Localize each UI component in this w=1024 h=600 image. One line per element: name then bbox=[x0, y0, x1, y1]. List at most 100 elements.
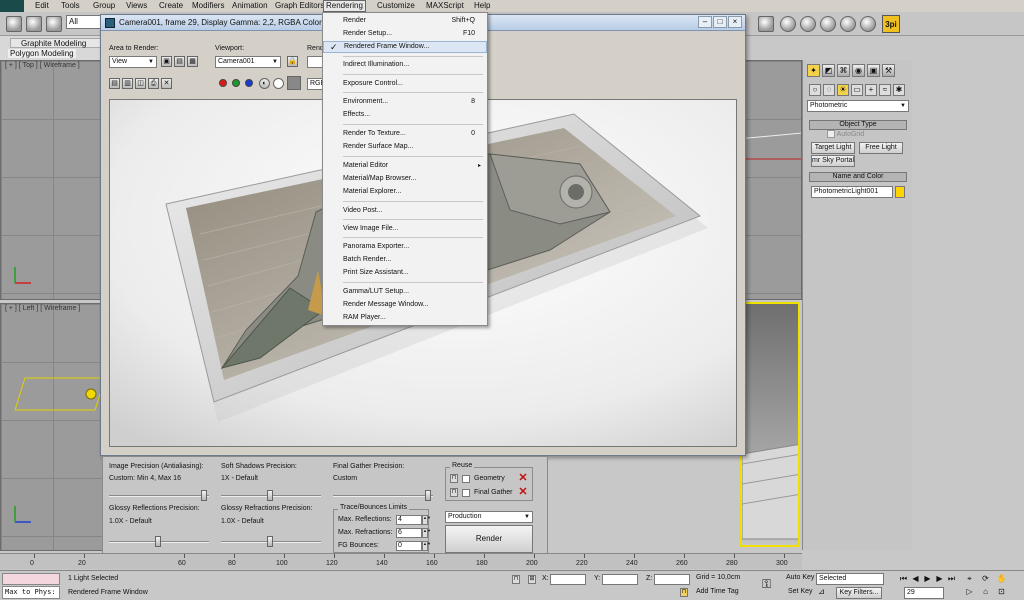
menu-item-exposure-control[interactable]: Exposure Control... bbox=[323, 78, 487, 90]
menu-item-material-map-browser[interactable]: Material/Map Browser... bbox=[323, 173, 487, 185]
render-button[interactable]: Render bbox=[445, 525, 533, 553]
blue-channel-icon[interactable] bbox=[245, 79, 253, 87]
menu-tools[interactable]: Tools bbox=[59, 0, 82, 12]
viewport-perspective[interactable] bbox=[740, 302, 800, 547]
glossy-refractions-slider[interactable] bbox=[221, 536, 321, 547]
selection-lock-icon[interactable]: ⊓ bbox=[512, 575, 520, 584]
menu-item-ram-player[interactable]: RAM Player... bbox=[323, 312, 487, 324]
orbit-icon[interactable]: ⟳ bbox=[980, 574, 991, 585]
slider-handle[interactable] bbox=[155, 536, 161, 547]
maxscript-listener-output[interactable] bbox=[2, 573, 60, 585]
trackbar[interactable]: 0 20 60 80 100 120 140 160 180 200 220 2… bbox=[0, 553, 802, 569]
auto-region-icon[interactable]: ▤ bbox=[174, 56, 185, 67]
close-icon[interactable]: × bbox=[728, 16, 742, 28]
key-mode-dropdown[interactable]: Selected bbox=[816, 573, 884, 585]
zoom-all-icon[interactable] bbox=[800, 16, 816, 32]
menu-modifiers[interactable]: Modifiers bbox=[190, 0, 226, 12]
glossy-reflections-slider[interactable] bbox=[109, 536, 209, 547]
menu-rendering[interactable]: Rendering bbox=[323, 0, 366, 12]
maxscript-mini-listener[interactable]: Max to Phys: bbox=[2, 586, 60, 599]
absolute-mode-icon[interactable]: ⊞ bbox=[528, 575, 536, 584]
render-preset-dropdown[interactable] bbox=[307, 56, 323, 68]
pan-view-icon[interactable] bbox=[860, 16, 876, 32]
autogrid-checkbox-box[interactable] bbox=[827, 130, 835, 138]
snap-toggle-icon[interactable] bbox=[758, 16, 774, 32]
max-refractions-field[interactable]: 6 bbox=[396, 528, 422, 538]
undo-icon[interactable] bbox=[6, 16, 22, 32]
menu-item-view-image-file[interactable]: View Image File... bbox=[323, 223, 487, 235]
reset-region-icon[interactable]: ▦ bbox=[187, 56, 198, 67]
max-reflections-spinner-icon[interactable]: ▲▼ bbox=[422, 515, 431, 525]
menu-item-indirect-illumination[interactable]: Indirect Illumination... bbox=[323, 59, 487, 71]
menu-group[interactable]: Group bbox=[91, 0, 117, 12]
slider-handle[interactable] bbox=[201, 490, 207, 501]
go-to-start-icon[interactable]: ⏮ bbox=[898, 574, 909, 585]
menu-create[interactable]: Create bbox=[157, 0, 185, 12]
menu-item-render-setup[interactable]: Render Setup... F10 bbox=[323, 28, 487, 40]
menu-item-print-size-assistant[interactable]: Print Size Assistant... bbox=[323, 267, 487, 279]
viewport-top-label[interactable]: [ + ] [ Top ] [ Wireframe ] bbox=[5, 62, 80, 69]
light-color-swatch[interactable] bbox=[895, 186, 905, 198]
fg-bounces-field[interactable]: 0 bbox=[396, 541, 422, 551]
autogrid-checkbox[interactable]: AutoGrid bbox=[827, 130, 864, 138]
key-icon[interactable]: ⚿ bbox=[762, 577, 771, 592]
menu-item-batch-render[interactable]: Batch Render... bbox=[323, 254, 487, 266]
set-key-button[interactable]: Set Key bbox=[788, 588, 813, 595]
render-preset-production-dropdown[interactable]: Production ▼ bbox=[445, 511, 533, 523]
geometry-checkbox[interactable] bbox=[462, 475, 470, 483]
copy-image-icon[interactable]: ▥ bbox=[122, 78, 133, 89]
green-channel-icon[interactable] bbox=[232, 79, 240, 87]
key-filter-icon[interactable]: ⊿ bbox=[816, 587, 827, 598]
go-to-end-icon[interactable]: ⏭ bbox=[946, 574, 957, 585]
clear-geometry-cache-icon[interactable]: ✕ bbox=[518, 473, 528, 484]
ribbon-sub-polygon-modeling[interactable]: Polygon Modeling bbox=[8, 49, 76, 58]
light-type-dropdown[interactable]: Photometric ▼ bbox=[807, 100, 909, 112]
redo-icon[interactable] bbox=[26, 16, 42, 32]
menu-item-material-editor[interactable]: Material Editor ▸ bbox=[323, 160, 487, 172]
3pi-plugin-button[interactable]: 3pi bbox=[882, 15, 900, 33]
lights-icon[interactable]: ☀ bbox=[837, 84, 849, 96]
helpers-icon[interactable]: + bbox=[865, 84, 877, 96]
systems-icon[interactable]: ✱ bbox=[893, 84, 905, 96]
menu-item-material-explorer[interactable]: Material Explorer... bbox=[323, 186, 487, 198]
slider-handle[interactable] bbox=[425, 490, 431, 501]
clear-image-icon[interactable]: ✕ bbox=[161, 78, 172, 89]
clone-window-icon[interactable]: ◫ bbox=[135, 78, 146, 89]
menu-item-panorama-exporter[interactable]: Panorama Exporter... bbox=[323, 241, 487, 253]
menu-item-render[interactable]: Render Shift+Q bbox=[323, 15, 487, 27]
hierarchy-tab-icon[interactable]: ⌘ bbox=[837, 64, 850, 77]
print-image-icon[interactable]: ⎙ bbox=[148, 78, 159, 89]
area-to-render-dropdown[interactable]: View ▼ bbox=[109, 56, 157, 68]
geometry-icon[interactable]: ○ bbox=[809, 84, 821, 96]
menu-animation[interactable]: Animation bbox=[230, 0, 270, 12]
soft-shadows-slider[interactable] bbox=[221, 490, 321, 501]
slider-handle[interactable] bbox=[267, 490, 273, 501]
edit-region-icon[interactable]: ▣ bbox=[161, 56, 172, 67]
menu-graph-editors[interactable]: Graph Editors bbox=[273, 0, 326, 12]
menu-edit[interactable]: Edit bbox=[33, 0, 51, 12]
next-frame-icon[interactable]: ▶ bbox=[934, 574, 945, 585]
max-reflections-field[interactable]: 4 bbox=[396, 515, 422, 525]
image-precision-slider[interactable] bbox=[109, 490, 209, 501]
color-swatch[interactable] bbox=[287, 76, 301, 90]
modify-tab-icon[interactable]: ◩ bbox=[822, 64, 835, 77]
lock-icon[interactable]: ⊓ bbox=[450, 474, 458, 483]
viewport-left[interactable]: [ + ] [ Left ] [ Wireframe ] bbox=[0, 303, 104, 551]
minimize-icon[interactable]: – bbox=[698, 16, 712, 28]
zoom-viewport-icon[interactable]: ⌖ bbox=[964, 574, 975, 585]
menu-item-environment[interactable]: Environment... 8 bbox=[323, 96, 487, 108]
save-image-icon[interactable]: ▤ bbox=[109, 78, 120, 89]
z-coord-field[interactable] bbox=[654, 574, 690, 585]
mr-sky-portal-button[interactable]: mr Sky Portal bbox=[811, 155, 855, 167]
red-channel-icon[interactable] bbox=[219, 79, 227, 87]
y-coord-field[interactable] bbox=[602, 574, 638, 585]
app-logo-icon[interactable] bbox=[0, 0, 24, 12]
menu-item-video-post[interactable]: Video Post... bbox=[323, 205, 487, 217]
key-filters-button[interactable]: Key Filters... bbox=[836, 587, 882, 599]
maximize-icon[interactable]: □ bbox=[713, 16, 727, 28]
max-refractions-spinner-icon[interactable]: ▲▼ bbox=[422, 528, 431, 538]
channel-display-dropdown[interactable]: RGB bbox=[307, 78, 325, 90]
final-gather-slider[interactable] bbox=[333, 490, 433, 501]
select-link-icon[interactable] bbox=[46, 16, 62, 32]
zoom-icon[interactable] bbox=[780, 16, 796, 32]
